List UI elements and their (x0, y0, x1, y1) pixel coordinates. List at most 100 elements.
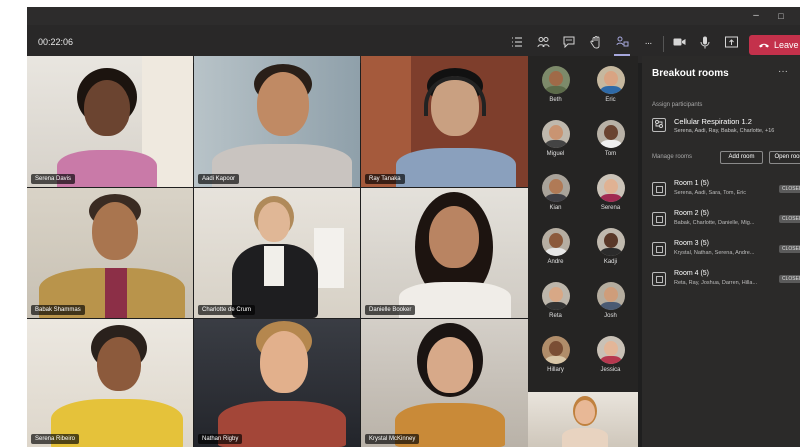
participant-name-tag: Charlotte de Crum (198, 305, 256, 315)
participant-video (37, 194, 187, 318)
leave-button[interactable]: Leave (749, 35, 800, 55)
room-icon (652, 242, 666, 256)
roster-name: Kian (549, 205, 562, 211)
roster-person[interactable]: Miguel (528, 114, 583, 174)
room-participants: Serena, Aadi, Sara, Tom, Eric (674, 190, 747, 196)
video-tile[interactable]: Babak Shammas (27, 188, 193, 318)
roster-person[interactable]: Serena (583, 168, 638, 228)
assign-participant-names: Serena, Aadi, Ray, Babak, Charlotte, +16 (674, 128, 775, 134)
roster-person[interactable]: Josh (583, 276, 638, 336)
people-icon[interactable] (535, 36, 551, 52)
add-room-button[interactable]: Add room (720, 151, 763, 164)
roster-name: Hillary (547, 367, 564, 373)
panel-more-icon[interactable]: ··· (778, 66, 788, 77)
room-status-badge: CLOSED (779, 275, 800, 283)
share-icon[interactable] (723, 36, 739, 52)
avatar (542, 120, 570, 148)
roster-name: Beth (549, 97, 562, 103)
self-view-person (560, 396, 610, 447)
room-participants: Krystal, Nathan, Serena, Andre... (674, 250, 755, 256)
participant-name-tag: Serena Davis (31, 174, 76, 184)
avatar (597, 120, 625, 148)
video-tile[interactable]: Krystal McKinney (361, 319, 528, 447)
breakout-rooms-panel: Breakout rooms ··· Assign participants C… (642, 56, 800, 447)
room-title: Room 2 (5) (674, 210, 710, 217)
participant-roster: Beth Eric Miguel Tom Kian Serena Andre K… (528, 56, 638, 447)
video-tile[interactable]: Serena Ribeiro (27, 319, 193, 447)
room-icon (652, 272, 666, 286)
video-tile[interactable]: Charlotte de Crum (194, 188, 360, 318)
participant-video (385, 192, 525, 318)
roster-name: Serena (600, 205, 621, 211)
avatar (542, 336, 570, 364)
roster-name: Reta (549, 313, 562, 319)
roster-person[interactable]: Kadji (583, 222, 638, 282)
participant-video (216, 321, 346, 447)
video-tile[interactable]: Nathan Rigby (194, 319, 360, 447)
room-icon (652, 182, 666, 196)
room-participants: Babak, Charlotte, Danielle, Mig... (674, 220, 755, 226)
participant-name-tag: Babak Shammas (31, 305, 85, 315)
breakout-rooms-icon[interactable] (614, 36, 630, 56)
roster-name: Miguel (546, 151, 565, 157)
participant-name-tag: Aadi Kapoor (198, 174, 240, 184)
participant-name-tag: Krystal McKinney (365, 434, 420, 444)
participants-list-icon[interactable] (509, 36, 525, 52)
roster-person[interactable]: Reta (528, 276, 583, 336)
participant-name-tag: Nathan Rigby (198, 434, 243, 444)
video-tile[interactable]: Serena Davis (27, 56, 193, 187)
assign-participants-icon[interactable] (652, 118, 666, 132)
video-grid: Serena Davis Aadi Kapoor Ray Tanaka Baba… (27, 56, 528, 447)
video-tile[interactable]: Danielle Booker (361, 188, 528, 318)
title-bar: – □ (27, 7, 800, 25)
participant-name-tag: Serena Ribeiro (31, 434, 80, 444)
breakout-room-item[interactable]: Room 1 (5) Serena, Aadi, Sara, Tom, Eric… (652, 177, 800, 205)
maximize-button[interactable]: □ (774, 9, 788, 23)
assign-participants-label: Assign participants (652, 102, 703, 108)
avatar (542, 228, 570, 256)
camera-icon[interactable] (671, 36, 687, 52)
assign-meeting-title[interactable]: Cellular Respiration 1.2 (674, 117, 752, 126)
breakout-room-item[interactable]: Room 4 (5) Reta, Ray, Joshua, Darren, Hi… (652, 267, 800, 295)
roster-name: Jessica (600, 367, 621, 373)
roster-person[interactable]: Beth (528, 60, 583, 120)
roster-person[interactable]: Andre (528, 222, 583, 282)
chat-icon[interactable] (561, 36, 577, 52)
video-tile[interactable]: Ray Tanaka (361, 56, 528, 187)
breakout-room-item[interactable]: Room 3 (5) Krystal, Nathan, Serena, Andr… (652, 237, 800, 265)
mic-icon[interactable] (697, 36, 713, 52)
roster-person[interactable]: Kian (528, 168, 583, 228)
avatar (597, 66, 625, 94)
avatar (597, 282, 625, 310)
room-title: Room 1 (5) (674, 180, 710, 187)
participant-video (224, 196, 334, 318)
participant-video (212, 64, 352, 187)
room-status-badge: CLOSED (779, 185, 800, 193)
open-rooms-button[interactable]: Open rooms (769, 151, 800, 164)
roster-person[interactable]: Eric (583, 60, 638, 120)
room-icon (652, 212, 666, 226)
minimize-button[interactable]: – (749, 9, 763, 23)
participant-name-tag: Danielle Booker (365, 305, 416, 315)
panel-title: Breakout rooms (652, 68, 729, 79)
self-view-video[interactable] (528, 392, 638, 447)
participant-name-tag: Ray Tanaka (365, 174, 405, 184)
video-tile[interactable]: Aadi Kapoor (194, 56, 360, 187)
roster-person[interactable]: Jessica (583, 330, 638, 390)
room-title: Room 3 (5) (674, 240, 710, 247)
raise-hand-icon[interactable] (588, 36, 604, 52)
avatar (542, 174, 570, 202)
participant-video (385, 323, 515, 447)
room-status-badge: CLOSED (779, 245, 800, 253)
more-icon[interactable]: ··· (640, 36, 656, 52)
roster-person[interactable]: Tom (583, 114, 638, 174)
avatar (542, 282, 570, 310)
participant-video (391, 66, 521, 187)
roster-person[interactable]: Hillary (528, 330, 583, 390)
avatar (597, 174, 625, 202)
leave-label: Leave (774, 40, 799, 50)
avatar (542, 66, 570, 94)
avatar (597, 336, 625, 364)
breakout-room-item[interactable]: Room 2 (5) Babak, Charlotte, Danielle, M… (652, 207, 800, 235)
meeting-timer: 00:22:06 (38, 37, 74, 47)
